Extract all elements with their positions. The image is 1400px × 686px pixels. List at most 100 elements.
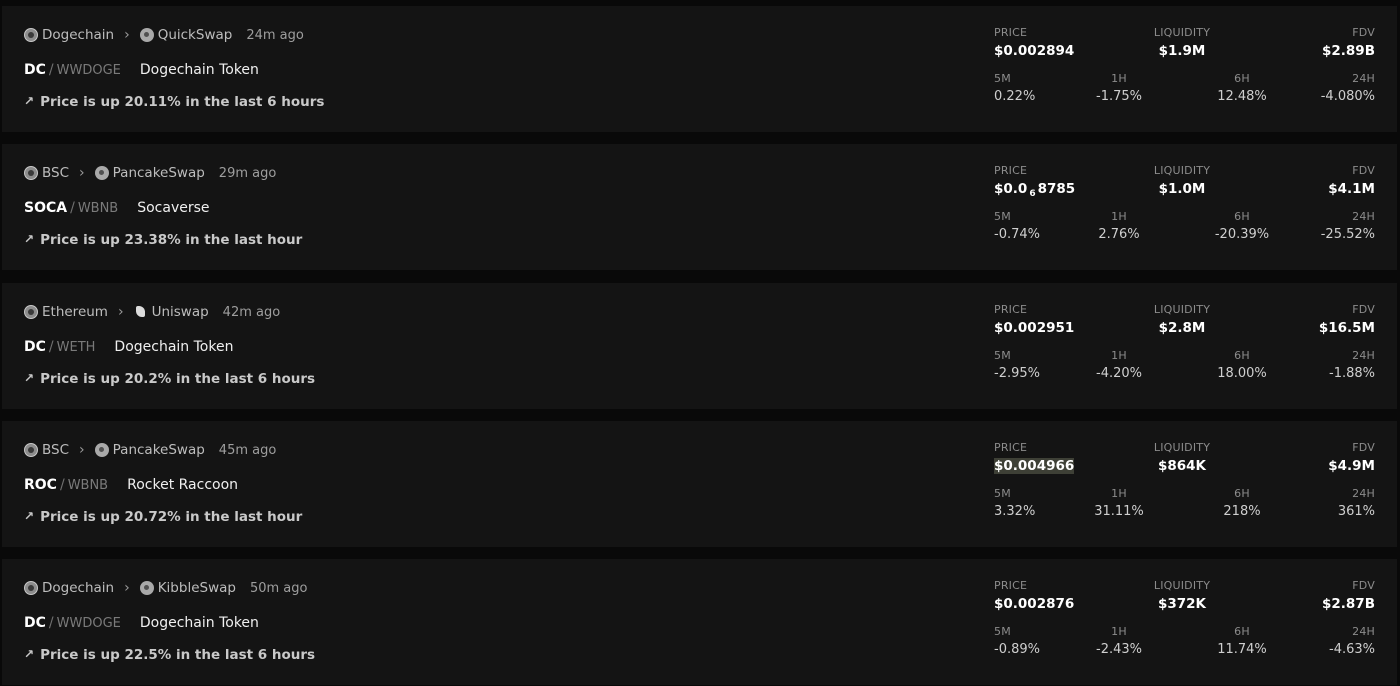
pair-card[interactable]: Ethereum › Uniswap 42m ago DC / WETH Dog… — [2, 283, 1397, 409]
change-5m-label: 5M — [994, 349, 1011, 362]
price-value: $0.002951 — [994, 320, 1075, 336]
pair-card[interactable]: BSC › PancakeSwap 45m ago ROC / WBNB Roc… — [2, 421, 1397, 547]
fdv-value: $2.87B — [1322, 596, 1375, 612]
pair-card[interactable]: Dogechain › KibbleSwap 50m ago DC / WWDO… — [2, 559, 1397, 685]
base-symbol: DC — [24, 62, 46, 78]
dex-name[interactable]: KibbleSwap — [158, 580, 236, 596]
change-1h-value: -1.75% — [1096, 89, 1142, 104]
chain-name[interactable]: BSC — [42, 165, 69, 181]
price-label: PRICE — [994, 26, 1028, 39]
pair-tokens: DC / WETH Dogechain Token — [24, 339, 233, 355]
change-6h-label: 6H — [1234, 210, 1250, 223]
dex-name[interactable]: QuickSwap — [158, 27, 233, 43]
change-5m-label: 5M — [994, 487, 1011, 500]
dogechain-icon — [24, 581, 38, 595]
pair-source: Dogechain › KibbleSwap 50m ago — [24, 579, 307, 597]
change-5m-value: 3.32% — [994, 504, 1036, 519]
change-1h-label: 1H — [1111, 72, 1127, 85]
pancakeswap-icon — [94, 443, 109, 457]
pair-source: BSC › PancakeSwap 29m ago — [24, 164, 276, 182]
price-label: PRICE — [994, 441, 1028, 454]
chevron-right-icon: › — [117, 304, 124, 320]
dex-name[interactable]: PancakeSwap — [113, 442, 205, 458]
change-24h-value: -25.52% — [1320, 227, 1375, 242]
change-6h-value: 18.00% — [1217, 366, 1267, 381]
change-6h-value: 11.74% — [1217, 642, 1267, 657]
liquidity-value: $864K — [1157, 458, 1207, 474]
pair-list: Dogechain › QuickSwap 24m ago DC / WWDOG… — [0, 0, 1400, 686]
price-label: PRICE — [994, 303, 1028, 316]
change-24h-label: 24H — [1352, 72, 1375, 85]
trend-text: ↗ Price is up 20.72% in the last hour — [24, 509, 302, 525]
pair-slash: / — [70, 200, 75, 216]
trend-text: ↗ Price is up 22.5% in the last 6 hours — [24, 647, 315, 663]
fdv-label: FDV — [1352, 579, 1375, 592]
change-1h-label: 1H — [1111, 625, 1127, 638]
pair-slash: / — [48, 62, 54, 78]
trending-up-icon: ↗ — [24, 232, 35, 246]
chain-name[interactable]: Dogechain — [42, 27, 114, 43]
change-6h-label: 6H — [1234, 625, 1250, 638]
change-1h-value: -4.20% — [1096, 366, 1142, 381]
quote-symbol: WETH — [56, 339, 96, 355]
chain-name[interactable]: Ethereum — [42, 304, 108, 320]
price-value[interactable]: $0.004966 — [994, 458, 1075, 474]
pair-card[interactable]: Dogechain › QuickSwap 24m ago DC / WWDOG… — [2, 6, 1397, 132]
change-1h-value: 2.76% — [1098, 227, 1140, 242]
change-6h-label: 6H — [1234, 72, 1250, 85]
price-label: PRICE — [994, 579, 1028, 592]
chain-name[interactable]: Dogechain — [42, 580, 114, 596]
bsc-icon — [24, 443, 38, 457]
pair-stats: PRICE LIQUIDITY FDV $0.002894 $1.9M $2.8… — [992, 26, 1375, 116]
pair-age: 29m ago — [218, 165, 277, 181]
pair-stats: PRICE LIQUIDITY FDV $0.004966 $864K $4.9… — [992, 441, 1375, 531]
token-name: Dogechain Token — [139, 62, 259, 78]
chevron-right-icon: › — [79, 165, 85, 181]
token-name: Dogechain Token — [114, 339, 234, 355]
price-value: $0.002876 — [994, 596, 1075, 612]
bsc-icon — [24, 166, 38, 180]
change-6h-value: -20.39% — [1214, 227, 1270, 242]
pair-source: Dogechain › QuickSwap 24m ago — [24, 26, 304, 44]
dex-name[interactable]: Uniswap — [152, 304, 209, 320]
pair-stats: PRICE LIQUIDITY FDV $0.002951 $2.8M $16.… — [992, 303, 1375, 393]
change-5m-label: 5M — [994, 72, 1011, 85]
fdv-value: $4.1M — [1328, 181, 1375, 197]
chain-name[interactable]: BSC — [42, 442, 69, 458]
trending-up-icon: ↗ — [24, 371, 35, 385]
base-symbol: DC — [24, 615, 46, 631]
change-6h-label: 6H — [1234, 349, 1250, 362]
fdv-label: FDV — [1352, 303, 1375, 316]
liquidity-label: LIQUIDITY — [1153, 579, 1211, 592]
liquidity-value: $2.8M — [1158, 320, 1206, 336]
pair-slash: / — [59, 477, 65, 493]
pair-tokens: DC / WWDOGE Dogechain Token — [24, 62, 259, 78]
ethereum-icon — [24, 305, 38, 319]
liquidity-value: $1.0M — [1158, 181, 1206, 197]
pair-slash: / — [48, 339, 54, 355]
fdv-value: $4.9M — [1328, 458, 1375, 474]
quickswap-icon — [139, 28, 154, 42]
chevron-right-icon: › — [79, 442, 85, 458]
change-24h-value: -4.63% — [1329, 642, 1375, 657]
liquidity-label: LIQUIDITY — [1153, 26, 1211, 39]
quote-symbol: WBNB — [67, 477, 109, 493]
change-5m-value: 0.22% — [994, 89, 1036, 104]
liquidity-label: LIQUIDITY — [1153, 303, 1211, 316]
fdv-label: FDV — [1352, 441, 1375, 454]
token-name: Socaverse — [137, 200, 210, 216]
change-24h-label: 24H — [1352, 487, 1375, 500]
pair-tokens: ROC / WBNB Rocket Raccoon — [24, 477, 238, 493]
liquidity-value: $1.9M — [1158, 43, 1206, 59]
price-label: PRICE — [994, 164, 1028, 177]
trend-text: ↗ Price is up 23.38% in the last hour — [24, 232, 302, 248]
trending-up-icon: ↗ — [24, 647, 35, 661]
change-6h-label: 6H — [1234, 487, 1250, 500]
pair-card[interactable]: BSC › PancakeSwap 29m ago SOCA / WBNB So… — [2, 144, 1397, 270]
change-24h-value: 361% — [1337, 504, 1375, 519]
trending-up-icon: ↗ — [24, 509, 35, 523]
change-5m-label: 5M — [994, 210, 1011, 223]
quote-symbol: WBNB — [77, 200, 119, 216]
quote-symbol: WWDOGE — [56, 615, 121, 631]
dex-name[interactable]: PancakeSwap — [113, 165, 205, 181]
